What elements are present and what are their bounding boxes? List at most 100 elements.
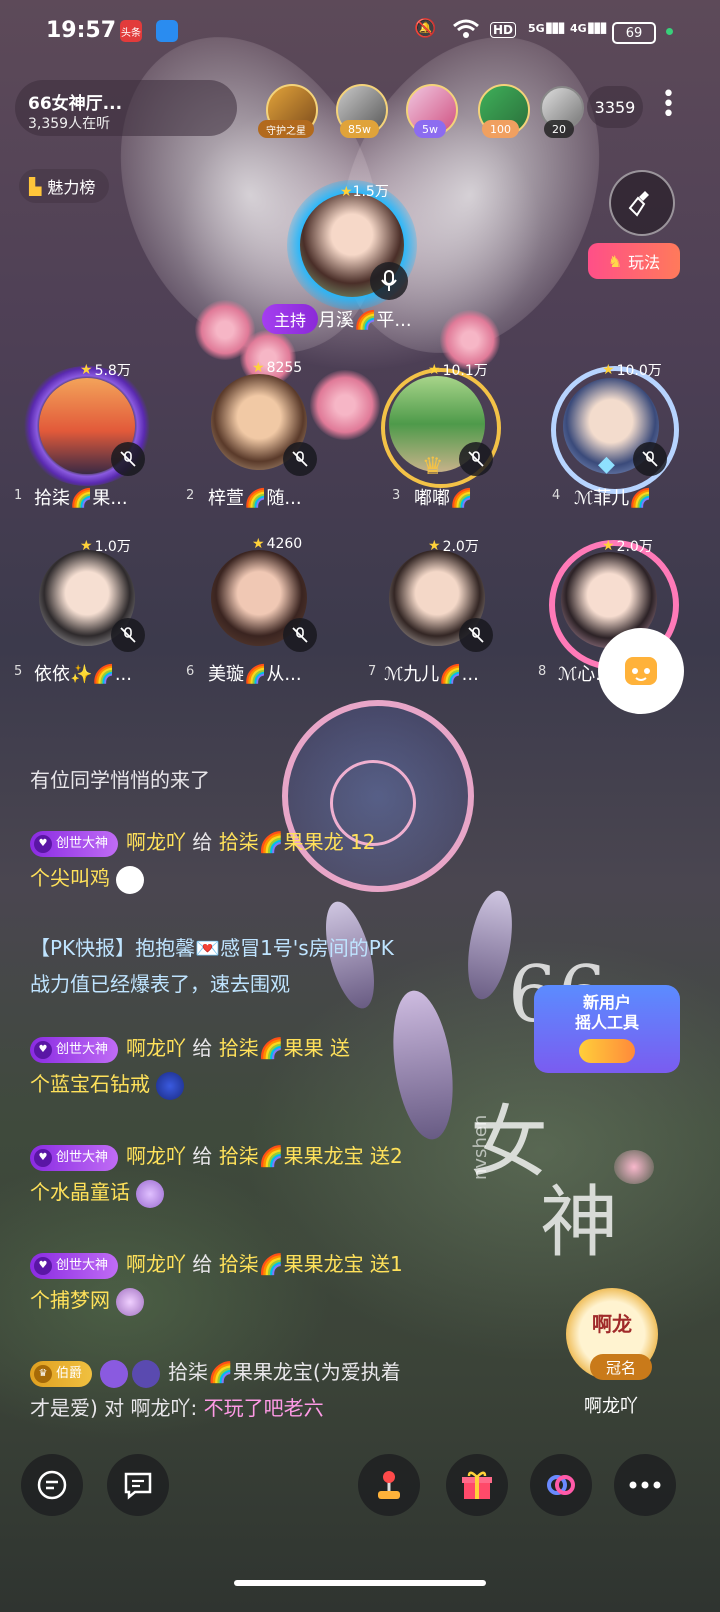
chicken-gift-icon xyxy=(116,865,144,894)
seat-number: 5 xyxy=(14,664,23,679)
link-mic-button[interactable] xyxy=(530,1454,592,1516)
gift-box-icon xyxy=(579,1039,635,1063)
new-user-tool-banner[interactable]: 新用户 摇人工具 xyxy=(534,985,680,1073)
host-charm-value: ★1.5万 xyxy=(340,184,389,200)
chat-message-5[interactable]: ♛ 伯爵 拾柒🌈果果龙宝(为爱执着 才是爱) 对 啊龙吖: 不玩了吧老六 xyxy=(30,1354,510,1426)
chat-input-button[interactable] xyxy=(21,1454,83,1516)
broom-clean-button[interactable] xyxy=(609,170,675,236)
dreamcatcher-gift-icon xyxy=(116,1287,144,1316)
online-count-button[interactable]: 3359 xyxy=(587,86,643,128)
more-menu-icon[interactable]: • • • xyxy=(662,84,675,126)
gift-button[interactable] xyxy=(446,1454,508,1516)
seat-name-5[interactable]: 依依✨🌈... xyxy=(34,660,132,686)
seat-name-4[interactable]: ℳ菲儿🌈 xyxy=(574,484,652,510)
lotus-decor xyxy=(614,1150,654,1184)
status-time: 19:57 xyxy=(46,18,117,43)
pk-news-message[interactable]: 【PK快报】抱抱馨💌感冒1号's房间的PK 战力值已经爆表了，速去围观 xyxy=(30,930,510,1002)
comment-icon xyxy=(124,1472,152,1500)
cute-face-icon xyxy=(625,657,657,685)
mute-icon: 🔕 xyxy=(414,18,437,39)
rank-badge-1: 守护之星 xyxy=(258,120,314,138)
games-button[interactable]: ♞ 玩法 xyxy=(588,243,680,279)
title-sponsor-name: 啊龙吖 xyxy=(584,1396,638,1417)
link-icon xyxy=(547,1475,575,1495)
floating-assistant-button[interactable] xyxy=(598,628,684,714)
seat-name-1[interactable]: 拾柒🌈果... xyxy=(34,484,128,510)
rocking-horse-icon: ♞ xyxy=(607,251,623,271)
seat-charm-5: ★ 1.0万 xyxy=(80,538,131,555)
battery-indicator: 69 xyxy=(612,22,656,44)
rank-badge-5: 20 xyxy=(544,120,574,138)
vip-badge-icon xyxy=(132,1359,161,1388)
seat-charm-2: ★ 8255 xyxy=(252,360,303,376)
chat-message-2[interactable]: ♥ 创世大神 啊龙吖 给 拾柒🌈果果 送 个蓝宝石钻戒 xyxy=(30,1030,510,1102)
privacy-dot xyxy=(666,28,673,35)
diamond-icon: ◆ xyxy=(598,452,615,477)
mic-off-icon xyxy=(459,618,493,652)
mic-icon xyxy=(370,262,408,300)
seat-number: 7 xyxy=(368,664,377,679)
mic-off-icon xyxy=(111,618,145,652)
rank-badge-4: 100 xyxy=(482,120,519,138)
chat-message-1[interactable]: ♥ 创世大神 啊龙吖 给 拾柒🌈果果龙 12 个尖叫鸡 xyxy=(30,824,510,896)
rank-badge-3: 5w xyxy=(414,120,446,138)
toutiao-app-icon: 头条 xyxy=(120,20,142,42)
seat-name-6[interactable]: 美璇🌈从... xyxy=(208,660,302,686)
mic-off-icon xyxy=(111,442,145,476)
message-bubble-icon xyxy=(37,1470,67,1500)
seat-charm-8: ★ 2.0万 xyxy=(602,538,653,555)
seat-charm-7: ★ 2.0万 xyxy=(428,538,479,555)
more-options-button[interactable] xyxy=(614,1454,676,1516)
host-tag: 主持 xyxy=(262,304,319,334)
host-name[interactable]: 月溪🌈平... xyxy=(318,306,412,332)
rose-decor xyxy=(310,370,380,440)
signal-4g-icon: 4G▮▮▮ xyxy=(570,18,607,36)
level-badge: ♥ 创世大神 xyxy=(30,1252,119,1279)
charm-ranking-button[interactable]: ▙ 魅力榜 xyxy=(19,169,110,203)
gift-icon xyxy=(462,1471,492,1499)
seat-number: 1 xyxy=(14,488,23,503)
chat-message-3[interactable]: ♥ 创世大神 啊龙吖 给 拾柒🌈果果龙宝 送2 个水晶童话 xyxy=(30,1138,510,1210)
level-badge: ♥ 创世大神 xyxy=(30,830,119,857)
fan-badge-icon xyxy=(100,1359,129,1388)
signal-5g-icon: 5G▮▮▮ xyxy=(528,18,565,36)
crystal-carriage-gift-icon xyxy=(136,1179,164,1208)
seat-name-2[interactable]: 梓萱🌈随... xyxy=(208,484,302,510)
app-icon xyxy=(156,20,178,42)
earl-badge: ♛ 伯爵 xyxy=(30,1360,93,1387)
crown-icon: ♛ xyxy=(422,452,444,480)
system-message: 有位同学悄悄的来了 xyxy=(30,768,210,792)
room-title: 66女神厅... xyxy=(28,94,123,114)
seat-number: 3 xyxy=(392,488,401,503)
seat-charm-3: ★ 10.1万 xyxy=(428,362,488,379)
hd-icon: HD xyxy=(490,22,517,38)
mic-off-icon xyxy=(633,442,667,476)
seat-number: 6 xyxy=(186,664,195,679)
room-listeners: 3,359人在听 xyxy=(28,116,111,132)
seat-number: 2 xyxy=(186,488,195,503)
game-joystick-button[interactable] xyxy=(358,1454,420,1516)
level-badge: ♥ 创世大神 xyxy=(30,1144,119,1171)
room-watermark-shen: 神 xyxy=(540,1178,619,1268)
joystick-icon xyxy=(378,1471,400,1499)
rank-badge-2: 85w xyxy=(340,120,379,138)
sapphire-ring-gift-icon xyxy=(156,1071,184,1100)
seat-number: 4 xyxy=(552,488,561,503)
seat-name-7[interactable]: ℳ九儿🌈... xyxy=(384,660,479,686)
ellipsis-icon xyxy=(629,1481,661,1489)
seat-number: 8 xyxy=(538,664,547,679)
mic-off-icon xyxy=(283,618,317,652)
bar-chart-icon: ▙ xyxy=(29,176,42,196)
broom-icon xyxy=(628,191,649,217)
home-indicator[interactable] xyxy=(234,1580,486,1586)
seat-charm-1: ★ 5.8万 xyxy=(80,362,131,379)
chat-message-4[interactable]: ♥ 创世大神 啊龙吖 给 拾柒🌈果果龙宝 送1 个捕梦网 xyxy=(30,1246,510,1318)
level-badge: ♥ 创世大神 xyxy=(30,1036,119,1063)
mic-off-icon xyxy=(283,442,317,476)
seat-charm-6: ★ 4260 xyxy=(252,536,303,552)
message-list-button[interactable] xyxy=(107,1454,169,1516)
mic-off-icon xyxy=(459,442,493,476)
seat-name-3[interactable]: 嘟嘟🌈 xyxy=(414,484,472,510)
seat-charm-4: ★ 10.0万 xyxy=(602,362,662,379)
title-sponsor-tag: 冠名 xyxy=(590,1354,652,1380)
